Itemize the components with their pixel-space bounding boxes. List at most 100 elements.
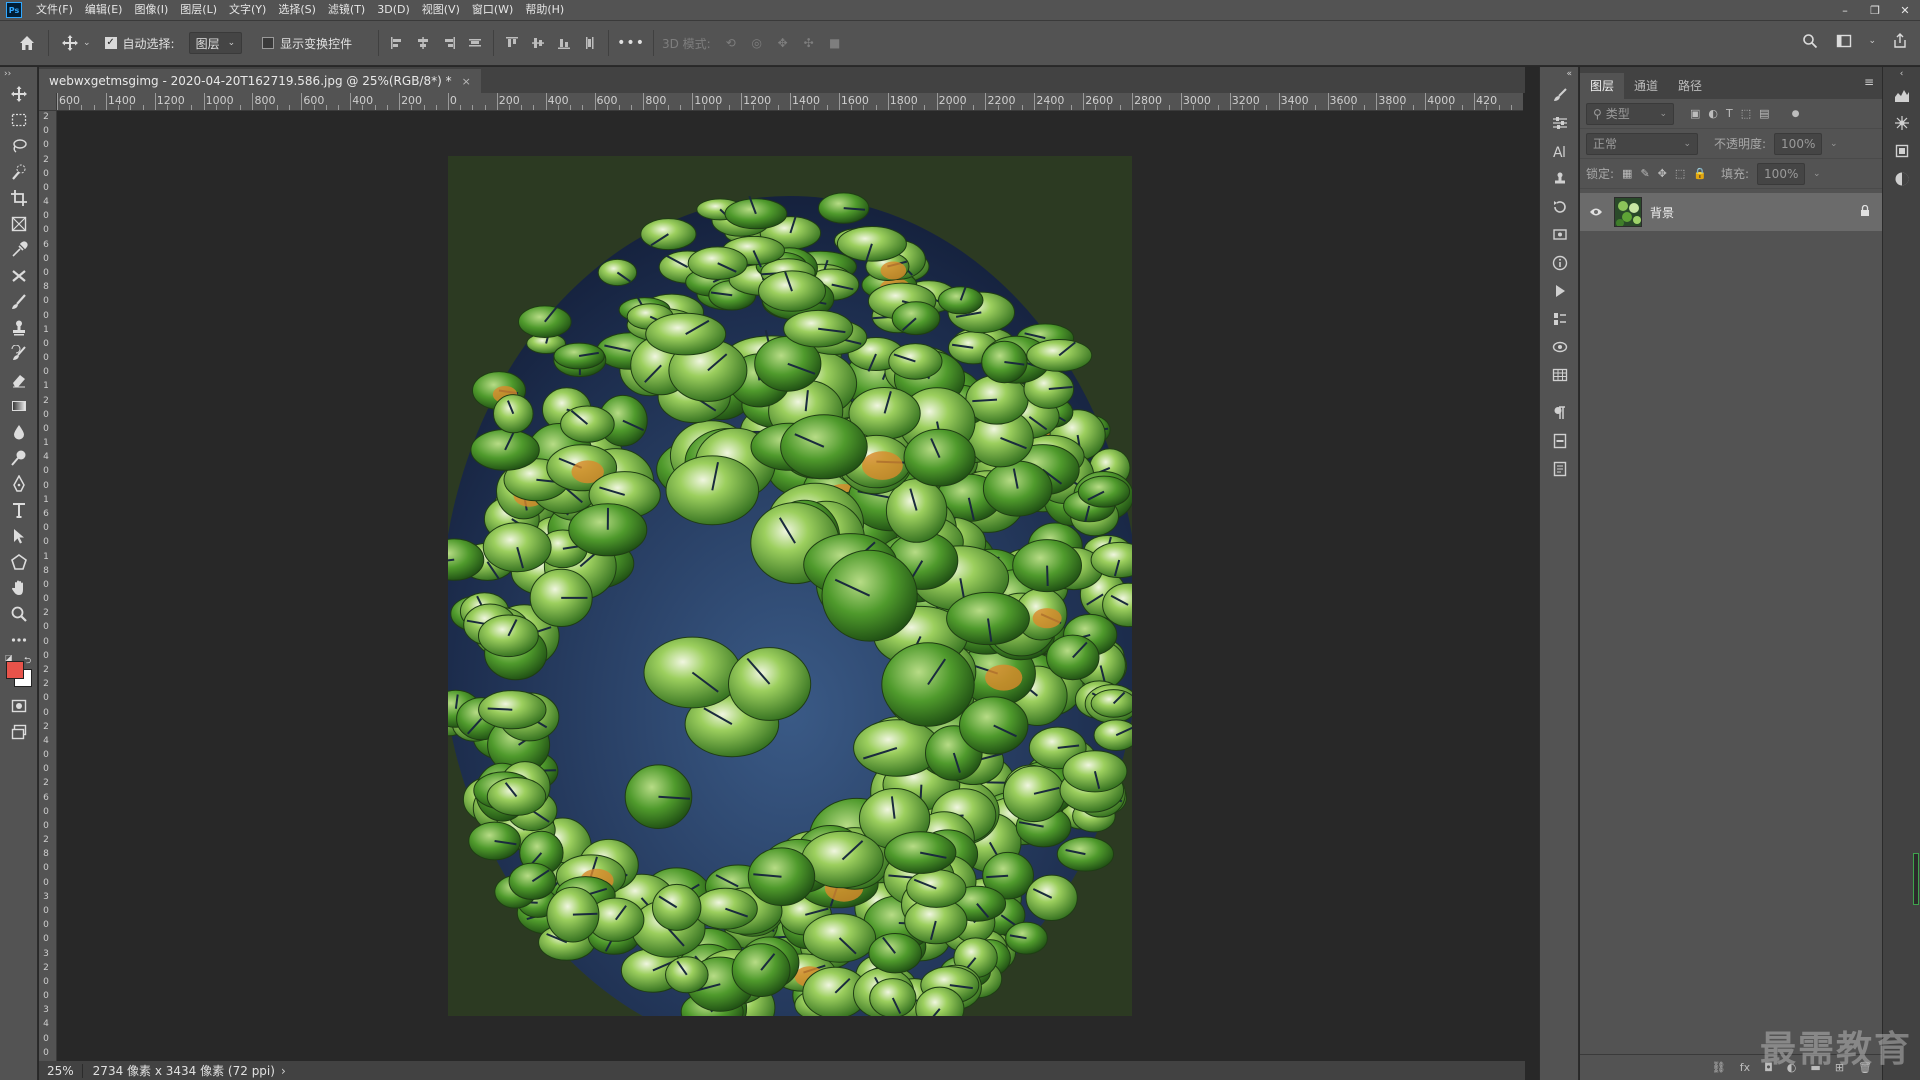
collapse-dock-icon[interactable]: ‹ <box>1883 67 1920 81</box>
chevron-down-icon[interactable]: ⌄ <box>1868 36 1876 46</box>
move-tool-icon[interactable] <box>0 81 38 107</box>
more-options-button[interactable]: ••• <box>617 35 645 51</box>
table-icon[interactable] <box>1540 361 1580 389</box>
search-icon[interactable] <box>1800 31 1820 51</box>
status-menu-arrow[interactable]: › <box>281 1064 286 1078</box>
menu-edit[interactable]: 编辑(E) <box>79 0 129 20</box>
lock-artboard-icon[interactable]: ⬚ <box>1675 167 1685 180</box>
info-icon[interactable] <box>1540 249 1580 277</box>
clone-source-icon[interactable] <box>1540 165 1580 193</box>
shape-tool-icon[interactable] <box>0 549 38 575</box>
menu-3d[interactable]: 3D(D) <box>371 0 416 20</box>
align-left-icon[interactable] <box>387 33 407 53</box>
restore-button[interactable]: ❐ <box>1860 0 1890 20</box>
crop-tool-icon[interactable] <box>0 185 38 211</box>
lock-all-icon[interactable]: 🔒 <box>1693 167 1707 180</box>
menu-layer[interactable]: 图层(L) <box>174 0 223 20</box>
menu-type[interactable]: 文字(Y) <box>223 0 272 20</box>
screen-mode-icon[interactable] <box>0 719 38 745</box>
history-icon[interactable] <box>1540 193 1580 221</box>
zoom-tool-icon[interactable] <box>0 601 38 627</box>
auto-select-target-dropdown[interactable]: 图层 ⌄ <box>188 32 243 54</box>
notes-icon[interactable] <box>1540 455 1580 483</box>
scroll-indicator[interactable] <box>1913 853 1919 905</box>
healing-brush-tool-icon[interactable] <box>0 263 38 289</box>
menu-filter[interactable]: 滤镜(T) <box>322 0 371 20</box>
layer-row-background[interactable]: 背景 <box>1580 193 1882 231</box>
menu-view[interactable]: 视图(V) <box>416 0 466 20</box>
smart-object-filter-icon[interactable]: ▤ <box>1759 107 1769 120</box>
zoom-level[interactable]: 25% <box>39 1063 83 1078</box>
shape-filter-icon[interactable]: ⬚ <box>1741 107 1751 120</box>
frame-tool-icon[interactable] <box>0 211 38 237</box>
swap-colors-icon[interactable]: ⮌ <box>24 653 31 669</box>
history-brush-tool-icon[interactable] <box>0 341 38 367</box>
timeline-icon[interactable] <box>1540 305 1580 333</box>
menu-image[interactable]: 图像(I) <box>128 0 174 20</box>
eye-icon[interactable] <box>1586 207 1606 217</box>
type-filter-icon[interactable]: T <box>1726 107 1733 120</box>
tab-channels[interactable]: 通道 <box>1624 73 1668 99</box>
brush-tool-icon[interactable] <box>0 289 38 315</box>
menu-select[interactable]: 选择(S) <box>272 0 322 20</box>
lasso-tool-icon[interactable] <box>0 133 38 159</box>
gradient-tool-icon[interactable] <box>0 393 38 419</box>
pixel-filter-icon[interactable]: ▣ <box>1690 107 1700 120</box>
quick-selection-tool-icon[interactable] <box>0 159 38 185</box>
fill-input[interactable]: 100% <box>1757 162 1806 185</box>
layer-name[interactable]: 背景 <box>1650 204 1852 221</box>
blend-mode-dropdown[interactable]: 正常 ⌄ <box>1586 132 1698 155</box>
quick-mask-icon[interactable] <box>0 693 38 719</box>
close-button[interactable]: ✕ <box>1890 0 1920 20</box>
3d-roll-icon[interactable]: ◎ <box>747 33 767 53</box>
lock-position-icon[interactable]: ✥ <box>1658 167 1667 180</box>
chevron-down-icon[interactable]: ⌄ <box>1830 139 1838 149</box>
chevron-down-icon[interactable]: ⌄ <box>83 38 91 48</box>
ruler-origin[interactable] <box>39 93 57 111</box>
tab-paths[interactable]: 路径 <box>1668 73 1712 99</box>
tab-layers[interactable]: 图层 <box>1580 73 1625 99</box>
layer-filter-dropdown[interactable]: ⚲ 类型 ⌄ <box>1586 102 1674 125</box>
share-icon[interactable] <box>1890 31 1910 51</box>
eyedropper-tool-icon[interactable] <box>0 237 38 263</box>
horizontal-ruler[interactable]: 600 1400 1200 1000 800 600 400 200 0 200 400 600 800… <box>57 93 1523 111</box>
opacity-input[interactable]: 100% <box>1774 132 1823 155</box>
collapse-dock-icon[interactable]: « <box>1540 67 1578 81</box>
path-selection-tool-icon[interactable] <box>0 523 38 549</box>
fx-icon[interactable]: fx <box>1740 1061 1750 1074</box>
menu-window[interactable]: 窗口(W) <box>466 0 519 20</box>
blur-tool-icon[interactable] <box>0 419 38 445</box>
chevron-down-icon[interactable]: ⌄ <box>1813 169 1821 179</box>
dodge-tool-icon[interactable] <box>0 445 38 471</box>
adjustments-icon[interactable] <box>1540 109 1580 137</box>
document-tab[interactable]: webwxgetmsgimg - 2020-04-20T162719.586.j… <box>39 69 481 93</box>
menu-file[interactable]: 文件(F) <box>30 0 79 20</box>
close-document-icon[interactable]: × <box>462 75 471 88</box>
foreground-color-swatch[interactable] <box>6 661 24 679</box>
3d-slide-icon[interactable]: ✣ <box>799 33 819 53</box>
menu-help[interactable]: 帮助(H) <box>519 0 570 20</box>
histogram-icon[interactable] <box>1883 81 1920 109</box>
glyphs-icon[interactable] <box>1540 427 1580 455</box>
distribute-horizontal-icon[interactable] <box>580 33 600 53</box>
actions-play-icon[interactable] <box>1540 277 1580 305</box>
filter-toggle-icon[interactable]: ● <box>1792 109 1800 119</box>
paragraph-icon[interactable] <box>1540 399 1580 427</box>
align-top-icon[interactable] <box>502 33 522 53</box>
character-icon[interactable]: A <box>1540 137 1580 165</box>
color-wheel-icon[interactable] <box>1883 165 1920 193</box>
show-transform-controls-checkbox[interactable] <box>262 37 275 49</box>
document-image[interactable] <box>448 156 1132 1016</box>
eraser-tool-icon[interactable] <box>0 367 38 393</box>
link-layers-icon[interactable]: ⛓ <box>1712 1061 1726 1074</box>
vertical-ruler[interactable]: 2 0 0 2 0 0 4 0 0 6 0 0 8 0 0 1 0 0 0 1 2 0 0 1 4 0 0 1 6 0 0 1 8 0 0 2 0 0 0 2… <box>39 111 57 1061</box>
hand-tool-icon[interactable] <box>0 575 38 601</box>
3d-pan-icon[interactable]: ✥ <box>773 33 793 53</box>
navigator-icon[interactable] <box>1883 109 1920 137</box>
panel-menu-icon[interactable]: ≡ <box>1864 75 1874 89</box>
3d-scale-icon[interactable]: ■ <box>825 33 845 53</box>
3d-icon[interactable] <box>1540 333 1580 361</box>
adjustment-filter-icon[interactable]: ◐ <box>1708 107 1718 120</box>
align-bottom-icon[interactable] <box>554 33 574 53</box>
3d-orbit-icon[interactable]: ⟲ <box>721 33 741 53</box>
